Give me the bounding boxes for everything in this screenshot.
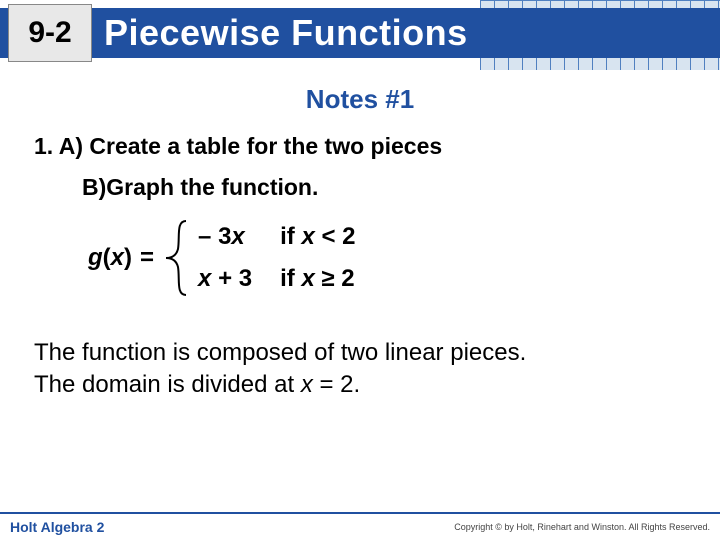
piecewise-definition: g(x) = – 3x if x < 2 x + 3 if x ≥ 2 <box>88 219 692 297</box>
footer-bar: Holt Algebra 2 Copyright © by Holt, Rine… <box>0 512 720 540</box>
page-title: Piecewise Functions <box>104 8 468 58</box>
footer-book-title: Holt Algebra 2 <box>10 519 104 535</box>
explanation-text: The function is composed of two linear p… <box>34 337 692 402</box>
x-label: x <box>111 244 124 271</box>
equals-sign: = <box>140 244 154 272</box>
case2-condition: if x ≥ 2 <box>280 265 355 293</box>
piecewise-cases: – 3x if x < 2 x + 3 if x ≥ 2 <box>198 223 355 293</box>
problem-stem: 1. A) Create a table for the two pieces <box>34 133 692 160</box>
explanation-line1: The function is composed of two linear p… <box>34 339 526 366</box>
content-area: Notes #1 1. A) Create a table for the tw… <box>0 70 720 402</box>
g-label: g <box>88 244 103 271</box>
function-name: g(x) <box>88 244 132 272</box>
header-bar: 9-2 Piecewise Functions <box>0 0 720 70</box>
explanation-line2b: = 2. <box>313 371 360 398</box>
case2-expression: x + 3 <box>198 265 252 293</box>
explanation-var: x <box>301 371 313 398</box>
case1-expression: – 3x <box>198 223 252 251</box>
section-number-badge: 9-2 <box>8 4 92 62</box>
notes-heading: Notes #1 <box>28 84 692 115</box>
footer-copyright: Copyright © by Holt, Rinehart and Winsto… <box>454 522 710 532</box>
case1-condition: if x < 2 <box>280 223 355 251</box>
part-b-text: B)Graph the function. <box>82 174 692 201</box>
explanation-line2a: The domain is divided at <box>34 371 301 398</box>
section-number: 9-2 <box>28 16 71 50</box>
piecewise-brace-icon <box>164 219 192 297</box>
